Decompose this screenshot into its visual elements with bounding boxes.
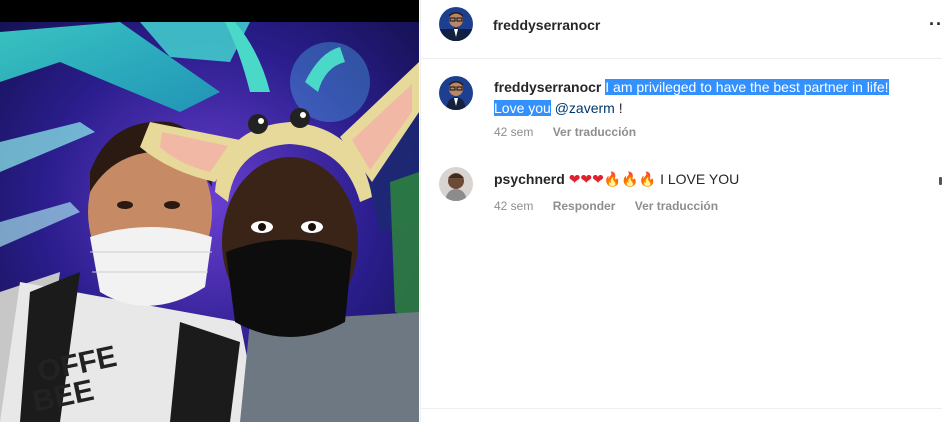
post-header: freddyserranocr ·· <box>421 0 942 59</box>
heart-emoji-icon: ❤❤❤ <box>568 171 604 187</box>
post-photo-pane: OFFE BEE <box>0 0 419 422</box>
comment-username[interactable]: psychnerd <box>494 171 565 187</box>
more-horizontal-icon[interactable]: ·· <box>929 14 942 35</box>
comment-body: I LOVE YOU <box>660 171 740 187</box>
actions-divider <box>421 408 942 409</box>
caption-time: 42 sem <box>494 125 534 139</box>
post-photo[interactable]: OFFE BEE <box>0 22 419 422</box>
post-author-username[interactable]: freddyserranocr <box>493 17 600 33</box>
fire-emoji-icon: 🔥🔥🔥 <box>603 171 657 187</box>
comment-time: 42 sem <box>494 199 534 213</box>
caption-highlight-1: I am privileged to have the best partner… <box>605 79 889 95</box>
comment-translate-button[interactable]: Ver traducción <box>635 199 718 213</box>
comment-meta: 42 sem Responder Ver traducción <box>494 199 734 213</box>
caption-text: freddyserranocr I am privileged to have … <box>494 77 934 119</box>
comment-text: psychnerd ❤❤❤🔥🔥🔥 I LOVE YOU <box>494 169 934 190</box>
caption-meta: 42 sem Ver traducción <box>494 125 652 139</box>
author-avatar[interactable] <box>439 7 473 41</box>
reply-button[interactable]: Responder <box>553 199 616 213</box>
caption-username[interactable]: freddyserranocr <box>494 79 601 95</box>
caption-translate-button[interactable]: Ver traducción <box>553 125 636 139</box>
photo-top-bar <box>0 0 419 22</box>
commenter-avatar[interactable] <box>439 167 473 201</box>
caption-tail: ! <box>614 100 623 116</box>
caption-avatar[interactable] <box>439 76 473 110</box>
caption-highlight-2: Love you <box>494 100 551 116</box>
caption-mention[interactable]: @zaverm <box>555 100 615 116</box>
post-side-panel: freddyserranocr ·· freddyserranocr I am … <box>420 0 942 422</box>
